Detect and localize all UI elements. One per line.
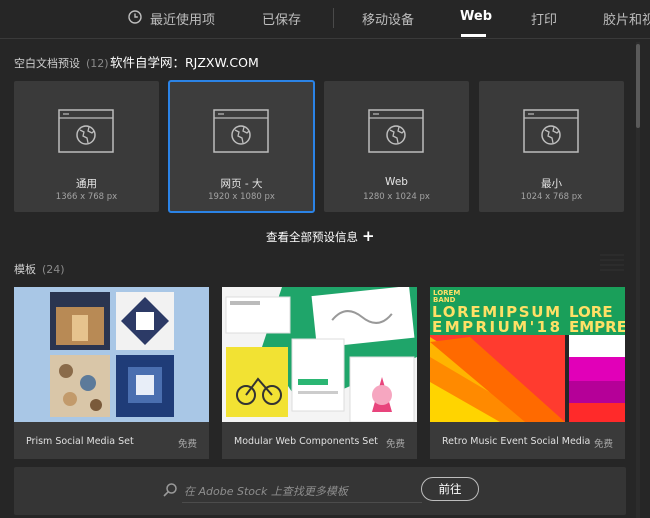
grip-handle-icon — [600, 254, 624, 271]
templates-count: (24) — [42, 263, 65, 276]
preset-name: 最小 — [541, 178, 562, 190]
top-tab-bar: 最近使用项 已保存 移动设备 Web 打印 胶片和视 — [0, 0, 650, 39]
template-card-prism[interactable]: Prism Social Media Set 免费 — [14, 287, 209, 459]
preset-size: 1280 x 1024 px — [363, 192, 430, 202]
template-thumbnail — [222, 287, 417, 422]
templates-title-text: 模板 — [14, 263, 36, 276]
tab-mobile[interactable]: 移动设备 — [362, 9, 414, 28]
tab-web[interactable]: Web — [460, 9, 492, 24]
scrollbar-thumb[interactable] — [636, 44, 640, 128]
template-card-modular[interactable]: Modular Web Components Set 免费 — [222, 287, 417, 459]
free-badge: 免费 — [177, 439, 197, 450]
free-badge: 免费 — [385, 439, 405, 450]
clock-icon — [128, 10, 142, 24]
go-button[interactable]: 前往 — [421, 477, 479, 501]
web-document-icon — [58, 109, 114, 153]
presets-section-title: 空白文档预设 (12) — [14, 55, 109, 71]
view-all-presets-link[interactable]: 查看全部预设信息 — [266, 229, 358, 245]
template-name: Prism Social Media Set — [26, 436, 134, 447]
plus-icon[interactable]: + — [362, 227, 375, 245]
web-document-icon — [213, 109, 269, 153]
retro-big4-text: EMPRE — [569, 318, 625, 336]
stock-search-input[interactable] — [182, 479, 426, 503]
tab-recent[interactable]: 最近使用项 — [150, 9, 215, 28]
modular-thumbnail-art — [222, 287, 417, 422]
web-document-icon — [523, 109, 579, 153]
web-document-icon — [368, 109, 424, 153]
tab-print[interactable]: 打印 — [531, 9, 557, 28]
preset-size: 1366 x 768 px — [55, 192, 118, 202]
preset-name: Web — [385, 176, 408, 188]
stock-search-panel: 前往 — [14, 467, 626, 515]
tab-saved[interactable]: 已保存 — [262, 9, 301, 28]
template-thumbnail: LOREM BAND LOREMIPSUM EMPRIUM'18 LORE EM… — [430, 287, 625, 422]
search-input-underline — [182, 502, 422, 503]
templates-section-title: 模板 (24) — [14, 261, 65, 277]
presets-count: (12) — [86, 57, 109, 70]
retro-thumbnail-art: LOREM BAND LOREMIPSUM EMPRIUM'18 LORE EM… — [430, 287, 625, 422]
preset-card-general[interactable]: 通用 1366 x 768 px — [14, 81, 159, 212]
preset-name: 通用 — [76, 178, 97, 190]
watermark-text: 软件自学网：RJZXW.COM — [110, 55, 259, 70]
prism-thumbnail-art — [14, 287, 209, 422]
template-card-retro-music[interactable]: LOREM BAND LOREMIPSUM EMPRIUM'18 LORE EM… — [430, 287, 625, 459]
preset-card-web[interactable]: Web 1280 x 1024 px — [324, 81, 469, 212]
preset-size: 1920 x 1080 px — [208, 192, 275, 202]
search-icon — [163, 483, 177, 497]
preset-name: 网页 - 大 — [220, 178, 263, 190]
free-badge: 免费 — [593, 439, 613, 450]
template-thumbnail — [14, 287, 209, 422]
active-tab-indicator — [461, 34, 486, 37]
template-name: Modular Web Components Set — [234, 436, 378, 447]
template-name: Retro Music Event Social Media S... — [442, 436, 592, 447]
tab-divider — [333, 8, 334, 28]
preset-card-minimum[interactable]: 最小 1024 x 768 px — [479, 81, 624, 212]
tab-film-video[interactable]: 胶片和视 — [603, 9, 650, 28]
presets-title-text: 空白文档预设 — [14, 57, 80, 70]
preset-card-web-large[interactable]: 网页 - 大 1920 x 1080 px — [168, 80, 315, 213]
preset-size: 1024 x 768 px — [520, 192, 583, 202]
